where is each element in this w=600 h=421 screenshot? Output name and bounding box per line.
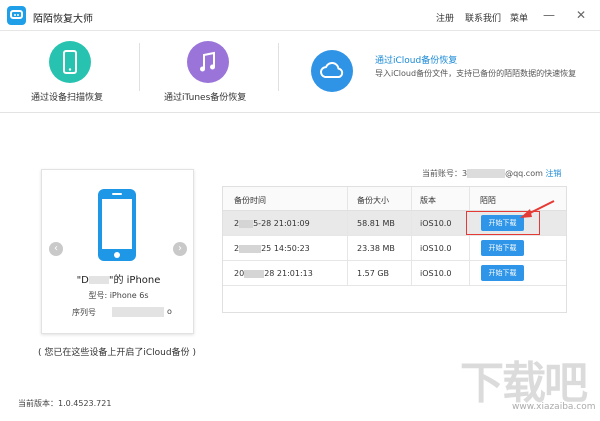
column-header-version: 版本 bbox=[420, 196, 436, 205]
redacted-block bbox=[88, 276, 109, 284]
backup-time: 20 28 21:01:13 bbox=[234, 269, 313, 278]
backup-table: 备份时间 备份大小 版本 陌陌 2 5-28 21:01:09 58.81 MB … bbox=[222, 186, 567, 313]
backup-time: 2 5-28 21:01:09 bbox=[234, 219, 310, 228]
account-info: 当前账号：3 @qq.com 注销 bbox=[422, 168, 561, 179]
app-version: 当前版本：1.0.4523.721 bbox=[18, 399, 112, 408]
backup-time: 2 25 14:50:23 bbox=[234, 244, 310, 253]
column-header-time: 备份时间 bbox=[234, 196, 266, 205]
cloud-icon bbox=[311, 50, 353, 92]
start-download-button[interactable]: 开始下载 bbox=[481, 265, 524, 281]
backup-version: iOS10.0 bbox=[420, 244, 452, 253]
logout-link[interactable]: 注销 bbox=[545, 169, 561, 178]
app-title: 陌陌恢复大师 bbox=[33, 14, 93, 25]
table-header: 备份时间 备份大小 版本 陌陌 bbox=[223, 187, 566, 211]
icloud-mode-description: 导入iCloud备份文件，支持已备份的陌陌数据的快速恢复 bbox=[375, 69, 577, 78]
menu-link[interactable]: 菜单 bbox=[510, 11, 528, 24]
app-logo-icon bbox=[7, 6, 26, 25]
icloud-backup-note: ( 您已在这些设备上开启了iCloud备份 ) bbox=[38, 348, 196, 358]
phone-icon bbox=[49, 41, 91, 83]
title-bar: 陌陌恢复大师 注册 联系我们 菜单 — ✕ bbox=[0, 0, 600, 31]
mode-itunes[interactable]: 通过iTunes备份恢复 bbox=[140, 31, 278, 113]
device-model: 型号: iPhone 6s bbox=[88, 291, 149, 300]
column-header-momo: 陌陌 bbox=[480, 196, 496, 205]
watermark: 下载吧 www.xiazaiba.com bbox=[460, 347, 596, 417]
next-device-button[interactable]: › bbox=[173, 242, 187, 256]
device-card: ‹ › "D "的 iPhone 型号: iPhone 6s 序列号 o bbox=[41, 169, 194, 334]
minimize-button[interactable]: — bbox=[542, 8, 556, 22]
redacted-block bbox=[244, 269, 265, 278]
icloud-mode-title[interactable]: 通过iCloud备份恢复 bbox=[375, 53, 457, 66]
mode-itunes-label: 通过iTunes备份恢复 bbox=[164, 93, 247, 103]
iphone-icon bbox=[98, 189, 136, 261]
table-row[interactable]: 20 28 21:01:13 1.57 GB iOS10.0 开始下载 bbox=[223, 261, 566, 286]
redacted-block bbox=[467, 169, 506, 178]
device-serial: 序列号 o bbox=[72, 307, 172, 317]
mode-device-scan-label: 通过设备扫描恢复 bbox=[31, 93, 104, 103]
prev-device-button[interactable]: ‹ bbox=[49, 242, 63, 256]
redacted-block bbox=[239, 219, 254, 228]
recovery-modes: 通过设备扫描恢复 通过iTunes备份恢复 通过iCloud备份恢复 导入iCl… bbox=[0, 31, 600, 113]
empty-row-area bbox=[223, 286, 566, 312]
account-label: 当前账号：3 bbox=[422, 169, 468, 178]
account-suffix: @qq.com bbox=[505, 169, 543, 178]
device-name: "D "的 iPhone bbox=[76, 275, 161, 286]
backup-size: 58.81 MB bbox=[357, 219, 395, 228]
register-link[interactable]: 注册 bbox=[436, 11, 454, 24]
table-row[interactable]: 2 25 14:50:23 23.38 MB iOS10.0 开始下载 bbox=[223, 236, 566, 261]
redacted-block bbox=[239, 244, 262, 253]
redacted-block bbox=[112, 307, 164, 317]
close-button[interactable]: ✕ bbox=[574, 8, 588, 22]
backup-size: 23.38 MB bbox=[357, 244, 395, 253]
mode-device-scan[interactable]: 通过设备扫描恢复 bbox=[0, 31, 140, 113]
music-note-icon bbox=[187, 41, 229, 83]
start-download-button[interactable]: 开始下载 bbox=[481, 240, 524, 256]
column-header-size: 备份大小 bbox=[357, 196, 389, 205]
backup-version: iOS10.0 bbox=[420, 219, 452, 228]
backup-version: iOS10.0 bbox=[420, 269, 452, 278]
backup-size: 1.57 GB bbox=[357, 269, 390, 278]
watermark-url: www.xiazaiba.com bbox=[512, 402, 596, 412]
red-arrow-icon bbox=[520, 200, 555, 218]
contact-us-link[interactable]: 联系我们 bbox=[465, 11, 501, 24]
